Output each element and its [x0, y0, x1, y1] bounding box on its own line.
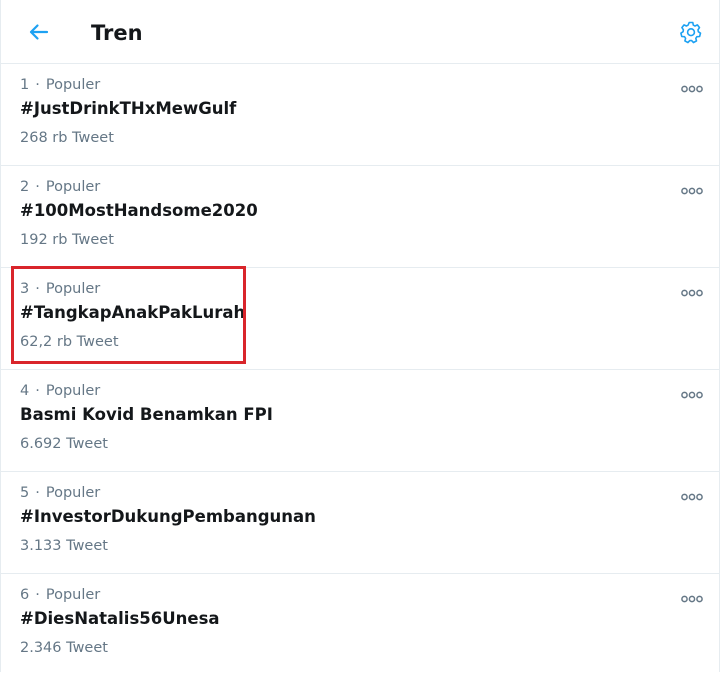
page-title: Tren	[91, 21, 143, 45]
header: Tren	[1, 0, 719, 64]
trend-item[interactable]: 5 · Populer #InvestorDukungPembangunan 3.1…	[1, 472, 719, 574]
more-dots-icon	[681, 187, 703, 195]
trend-name[interactable]: Basmi Kovid Benamkan FPI	[20, 404, 273, 426]
trends-list: 1 · Populer #JustDrinkTHxMewGulf 268 rb Tw…	[1, 64, 719, 676]
more-dots-icon	[681, 391, 703, 399]
trend-item[interactable]: 3 · Populer #TangkapAnakPakLurah 62,2 rb T…	[1, 268, 719, 370]
trend-count: 2.346 Tweet	[20, 640, 108, 656]
trend-separator: ·	[35, 77, 40, 93]
trend-separator: ·	[35, 587, 40, 603]
back-button[interactable]	[27, 20, 51, 44]
more-dots-icon	[681, 595, 703, 603]
arrow-left-icon	[29, 24, 49, 40]
trend-name[interactable]: #InvestorDukungPembangunan	[20, 506, 316, 528]
trend-meta: 1 · Populer	[20, 75, 100, 95]
trend-name[interactable]: #100MostHandsome2020	[20, 200, 258, 222]
more-dots-icon	[681, 493, 703, 501]
more-button[interactable]	[681, 487, 703, 501]
trends-page: Tren 1 · Populer #JustDrinkTHxMewGulf 268 …	[0, 0, 720, 672]
trend-category: Populer	[45, 281, 101, 297]
trend-category: Populer	[45, 77, 101, 93]
trend-rank: 3	[20, 281, 30, 297]
trend-rank: 2	[20, 179, 30, 195]
settings-button[interactable]	[679, 20, 703, 44]
trend-meta: 3 · Populer	[20, 279, 100, 299]
trend-count: 192 rb Tweet	[20, 232, 114, 248]
trend-name[interactable]: #JustDrinkTHxMewGulf	[20, 98, 236, 120]
more-button[interactable]	[681, 589, 703, 603]
trend-category: Populer	[45, 587, 101, 603]
more-dots-icon	[681, 85, 703, 93]
gear-icon	[680, 21, 702, 44]
trend-separator: ·	[35, 383, 40, 399]
trend-count: 268 rb Tweet	[20, 130, 114, 146]
trend-item[interactable]: 2 · Populer #100MostHandsome2020 192 rb Tw…	[1, 166, 719, 268]
trend-separator: ·	[35, 485, 40, 501]
more-button[interactable]	[681, 385, 703, 399]
trend-item[interactable]: 6 · Populer #DiesNatalis56Unesa 2.346 Twee…	[1, 574, 719, 676]
trend-meta: 5 · Populer	[20, 483, 100, 503]
more-button[interactable]	[681, 283, 703, 297]
trend-meta: 6 · Populer	[20, 585, 100, 605]
trend-category: Populer	[45, 179, 101, 195]
trend-count: 6.692 Tweet	[20, 436, 108, 452]
trend-item[interactable]: 4 · Populer Basmi Kovid Benamkan FPI 6.692…	[1, 370, 719, 472]
trend-count: 62,2 rb Tweet	[20, 334, 119, 350]
trend-item[interactable]: 1 · Populer #JustDrinkTHxMewGulf 268 rb Tw…	[1, 64, 719, 166]
trend-separator: ·	[35, 281, 40, 297]
trend-name[interactable]: #TangkapAnakPakLurah	[20, 302, 245, 324]
more-button[interactable]	[681, 181, 703, 195]
trend-rank: 6	[20, 587, 30, 603]
trend-rank: 5	[20, 485, 30, 501]
trend-separator: ·	[35, 179, 40, 195]
trend-meta: 2 · Populer	[20, 177, 100, 197]
trend-category: Populer	[45, 383, 101, 399]
more-button[interactable]	[681, 79, 703, 93]
trend-rank: 4	[20, 383, 30, 399]
trend-rank: 1	[20, 77, 30, 93]
trend-meta: 4 · Populer	[20, 381, 100, 401]
more-dots-icon	[681, 289, 703, 297]
trend-name[interactable]: #DiesNatalis56Unesa	[20, 608, 220, 630]
trend-count: 3.133 Tweet	[20, 538, 108, 554]
trend-category: Populer	[45, 485, 101, 501]
